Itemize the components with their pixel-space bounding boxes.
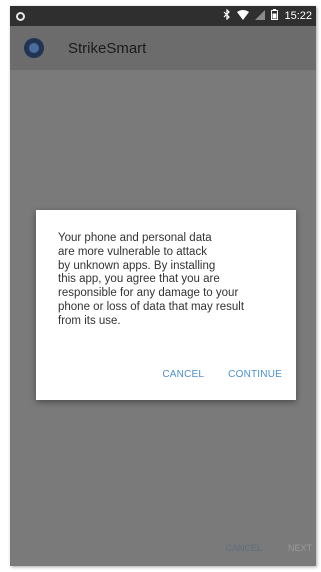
app-bar: StrikeSmart [10,26,316,70]
dialog-actions: CANCEL CONTINUE [162,369,282,380]
dialog-message: Your phone and personal data are more vu… [58,232,245,327]
wifi-icon [237,9,250,23]
status-left [14,11,25,21]
status-bar: 15:22 [10,6,316,26]
warning-dialog: Your phone and personal data are more vu… [36,210,296,400]
battery-icon [271,9,279,23]
status-time: 15:22 [284,10,312,22]
footer-cancel-button[interactable]: CANCEL [225,543,262,553]
status-right: 15:22 [223,8,312,23]
dialog-continue-button[interactable]: CONTINUE [228,369,282,380]
app-logo-icon [24,38,44,58]
bluetooth-icon [223,8,231,23]
footer-actions: CANCEL NEXT [225,543,312,553]
dialog-cancel-button[interactable]: CANCEL [162,369,204,380]
phone-screen: 15:22 StrikeSmart Your phone and persona… [10,6,316,566]
footer-next-button[interactable]: NEXT [288,543,312,553]
notification-icon [16,11,25,21]
app-title: StrikeSmart [68,39,147,57]
signal-icon [255,9,266,23]
